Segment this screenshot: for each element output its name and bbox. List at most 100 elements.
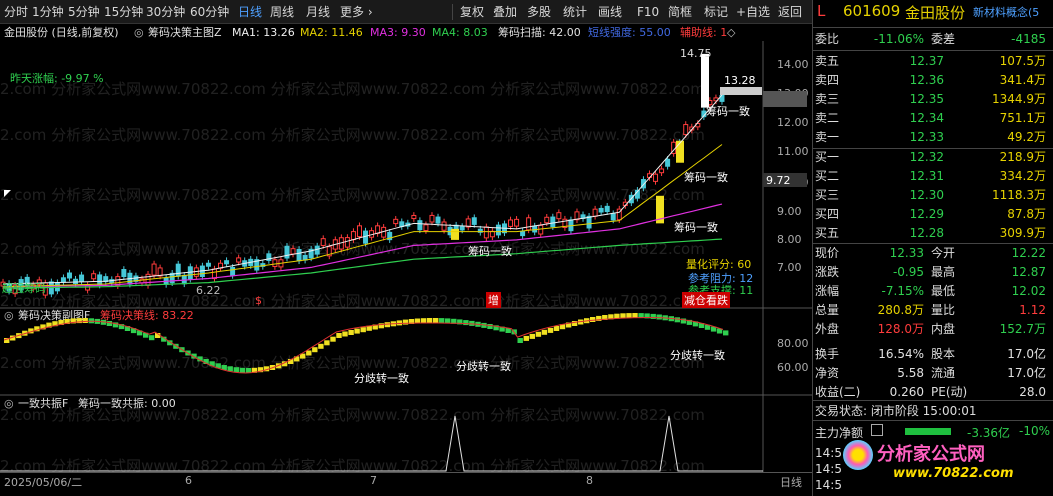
sub1-bar [312, 347, 318, 353]
restore-rights-button[interactable]: 复权 [460, 0, 484, 24]
tab-60min[interactable]: 60分钟 [190, 0, 229, 24]
sub-chart-2[interactable] [0, 396, 812, 472]
add-watchlist-button[interactable]: +自选 [736, 0, 770, 24]
sub1-bar [360, 327, 366, 333]
candle-body [97, 274, 103, 286]
stat-label: 现价 [815, 246, 840, 260]
main-flow-label: 主力净额 [815, 426, 864, 440]
simple-frame-button[interactable]: 简框 [668, 0, 692, 24]
sub1-bar [439, 318, 445, 324]
candle-body [550, 216, 556, 228]
stat-label: 内盘 [931, 322, 956, 336]
last-price-tag: 13.28 [724, 74, 756, 87]
concept-link[interactable]: 新材料概念(5 [973, 4, 1039, 20]
draw-line-button[interactable]: 画线 [598, 0, 622, 24]
stock-name: 金田股份 [905, 4, 966, 22]
tab-30min[interactable]: 30分钟 [146, 0, 185, 24]
sub1-bar [233, 367, 239, 373]
order-book-row[interactable]: 买五 12.28 309.9万 [813, 224, 1053, 243]
order-price: 12.34 [909, 111, 944, 125]
stat-label: 涨幅 [815, 284, 840, 298]
x-axis-month: 7 [370, 474, 377, 487]
tab-5min[interactable]: 5分钟 [68, 0, 100, 24]
stat-label: 总量 [815, 303, 840, 317]
signal-candle [451, 228, 459, 240]
stat-label: 最高 [931, 265, 956, 279]
sub1-bar [354, 328, 360, 334]
main-flow-menu-icon[interactable] [871, 424, 883, 436]
x-axis-line [0, 472, 812, 473]
tab-1min[interactable]: 1分钟 [32, 0, 64, 24]
order-book-row[interactable]: 买一 12.32 218.9万 [813, 148, 1053, 167]
stat-value: 16.54% [878, 347, 924, 361]
candle-body [459, 226, 465, 231]
stat-value: 152.7万 [999, 322, 1046, 336]
statistics-button[interactable]: 统计 [563, 0, 587, 24]
indicator-collapse-icon[interactable]: ◎ [134, 25, 144, 41]
order-book-row[interactable]: 买四 12.29 87.8万 [813, 205, 1053, 224]
candle-body [296, 248, 302, 262]
candle-body [604, 205, 610, 213]
signal-candle [676, 140, 684, 163]
stock-title: 金田股份 (日线,前复权) [4, 26, 119, 39]
order-level-label: 买一 [815, 150, 840, 164]
x-axis-month: 8 [586, 474, 593, 487]
candle-body [73, 278, 79, 285]
order-volume: 1118.3万 [992, 188, 1046, 202]
overlay-button[interactable]: 叠加 [493, 0, 517, 24]
order-book-row[interactable]: 卖一 12.33 49.2万 [813, 128, 1053, 147]
sub1-bar [529, 333, 535, 339]
f10-button[interactable]: F10 [637, 0, 659, 24]
sub1-bar [723, 330, 729, 336]
weibi-row: 委比 -11.06% 委差 -4185 [813, 30, 1053, 49]
order-book-row[interactable]: 卖五 12.37 107.5万 [813, 52, 1053, 71]
divider [813, 400, 1053, 401]
order-book-row[interactable]: 卖二 12.34 751.1万 [813, 109, 1053, 128]
resonance-spike [0, 415, 763, 472]
sub1-bar [88, 318, 94, 324]
divergence-label: 分歧转一致 [354, 372, 409, 385]
candle-body [538, 224, 544, 235]
candles [0, 53, 725, 299]
expand-icon[interactable]: ◇ [727, 25, 735, 41]
order-book-row[interactable]: 买三 12.30 1118.3万 [813, 186, 1053, 205]
stat-label: 外盘 [815, 322, 840, 336]
weicha-label: 委差 [931, 32, 956, 46]
mark-button[interactable]: 标记 [704, 0, 728, 24]
multi-stock-button[interactable]: 多股 [527, 0, 551, 24]
order-book-row[interactable]: 买二 12.31 334.2万 [813, 167, 1053, 186]
tab-intraday[interactable]: 分时 [4, 0, 28, 24]
order-book-row[interactable]: 卖四 12.36 341.4万 [813, 71, 1053, 90]
tab-15min[interactable]: 15分钟 [104, 0, 143, 24]
ma4-value: MA4: 8.03 [432, 26, 488, 39]
tab-daily[interactable]: 日线 [238, 0, 262, 24]
stat-label: 最低 [931, 284, 956, 298]
stat-value: 12.22 [1011, 246, 1046, 260]
tab-weekly[interactable]: 周线 [270, 0, 294, 24]
order-level-label: 买五 [815, 226, 840, 240]
sub1-bar [227, 366, 233, 372]
order-level-label: 买二 [815, 169, 840, 183]
stat-label: 换手 [815, 347, 840, 361]
margin-flag: L [817, 2, 826, 20]
back-button[interactable]: 返回 [778, 0, 802, 24]
sub1-bar [330, 336, 336, 342]
tab-monthly[interactable]: 月线 [306, 0, 330, 24]
stat-value: 5.58 [897, 366, 924, 380]
tab-more[interactable]: 更多 › [340, 0, 373, 24]
toolbar-divider [452, 4, 453, 20]
stat-value: 1.12 [1019, 303, 1046, 317]
main-indicator-name[interactable]: 筹码决策主图Z [148, 25, 222, 41]
order-volume: 107.5万 [999, 54, 1046, 68]
main-flow-value: -3.36亿 [967, 426, 1011, 440]
order-volume: 218.9万 [999, 150, 1046, 164]
cursor-price-tag: 9.72 [766, 174, 791, 187]
order-volume: 309.9万 [999, 226, 1046, 240]
candle-body [121, 269, 127, 277]
order-volume: 87.8万 [1007, 207, 1046, 221]
signal-label: 筹码一致 [674, 221, 718, 234]
sub1-bar [342, 331, 348, 337]
candle-body [592, 208, 598, 217]
stat-row: 换手 16.54% 股本 17.0亿 [813, 345, 1053, 364]
order-book-row[interactable]: 卖三 12.35 1344.9万 [813, 90, 1053, 109]
